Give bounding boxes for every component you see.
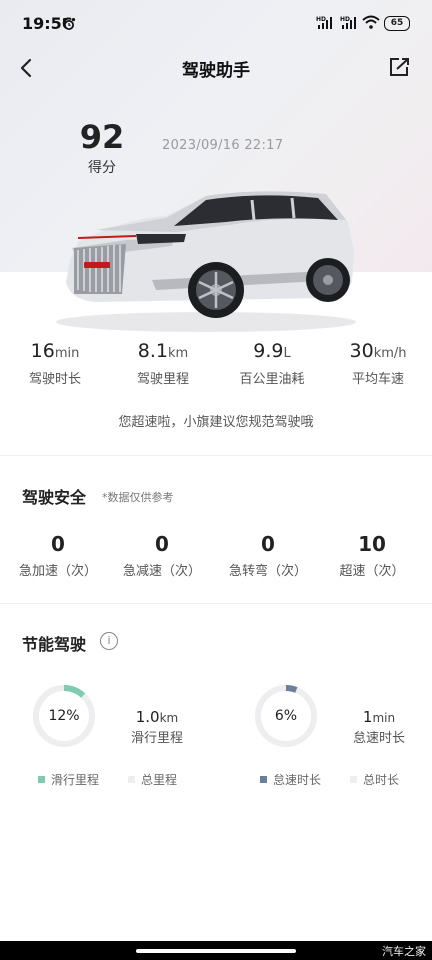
cellular-signal-icon-2: HD (340, 14, 360, 33)
battery-indicator: 65 (384, 16, 410, 31)
safety-section-title: 驾驶安全 (22, 488, 87, 507)
system-navigation-bar (0, 941, 432, 960)
coasting-value: 1.0 (135, 708, 160, 726)
legend-label: 怠速时长 (273, 773, 322, 787)
safety-section-note: *数据仅供参考 (102, 491, 174, 504)
info-icon[interactable]: i (100, 632, 118, 650)
stat-fuel-value: 9.9 (253, 340, 284, 362)
eco-section-title: 节能驾驶 (22, 635, 87, 654)
stat-fuel: 9.9L 百公里油耗 (232, 340, 312, 387)
hd-tag: HD (340, 16, 350, 23)
stat-duration-unit: min (54, 346, 80, 361)
safety-sharp-turn-count: 0 (261, 532, 275, 556)
safety-sharp-turn-label: 急转弯（次） (228, 564, 307, 579)
coasting-metric: 1.0km 滑行里程 (112, 707, 202, 746)
coasting-percent: 12% (48, 708, 80, 724)
safety-speeding-label: 超速（次） (339, 564, 405, 579)
stat-fuel-unit: L (283, 346, 291, 361)
stat-speed-unit: km/h (373, 346, 407, 361)
top-navigation: 驾驶助手 (0, 48, 432, 88)
stat-speed: 30km/h 平均车速 (340, 340, 416, 387)
divider (0, 455, 432, 456)
status-bar: 19:56 HD HD 65 (0, 0, 432, 48)
safety-hard-acceleration: 0 急加速（次） (8, 532, 108, 579)
alarm-clock-icon (62, 16, 76, 35)
legend-swatch (38, 776, 45, 783)
stat-distance-label: 驾驶里程 (136, 372, 189, 387)
watermark: 汽车之家 (382, 945, 426, 958)
legend-label: 滑行里程 (51, 773, 100, 787)
stat-distance: 8.1km 驾驶里程 (128, 340, 198, 387)
safety-speeding: 10 超速（次） (322, 532, 422, 579)
stat-duration-value: 16 (30, 340, 55, 362)
legend-coasting-distance: 滑行里程 (38, 771, 99, 788)
driving-score: 92 (79, 118, 125, 156)
safety-speeding-count: 10 (358, 532, 386, 556)
stat-distance-value: 8.1 (137, 340, 168, 362)
divider (0, 603, 432, 604)
safety-hard-acceleration-count: 0 (51, 532, 65, 556)
legend-total-time: 总时长 (350, 771, 399, 788)
safety-hard-acceleration-label: 急加速（次） (18, 564, 97, 579)
safety-sharp-turn: 0 急转弯（次） (218, 532, 318, 579)
safety-hard-braking-label: 急减速（次） (122, 564, 201, 579)
legend-idle-time: 怠速时长 (260, 771, 321, 788)
cellular-signal-icon-1: HD (316, 14, 336, 33)
safety-hard-braking-count: 0 (155, 532, 169, 556)
stat-distance-unit: km (168, 346, 189, 361)
car-image (56, 182, 360, 342)
driving-score-label: 得分 (88, 160, 116, 176)
wifi-icon (362, 14, 380, 33)
legend-label: 总时长 (363, 773, 400, 787)
car-badge (84, 262, 110, 268)
home-indicator[interactable] (136, 949, 296, 953)
legend-label: 总里程 (141, 773, 178, 787)
legend-swatch (260, 776, 267, 783)
stat-duration: 16min 驾驶时长 (20, 340, 90, 387)
idle-unit: min (372, 711, 396, 725)
coasting-unit: km (159, 711, 179, 725)
idle-label: 怠速时长 (352, 731, 405, 746)
speeding-notice: 您超速啦，小旗建议您规范驾驶哦 (118, 415, 314, 430)
stat-duration-label: 驾驶时长 (28, 372, 81, 387)
safety-hard-braking: 0 急减速（次） (112, 532, 212, 579)
legend-total-distance: 总里程 (128, 771, 177, 788)
page-title: 驾驶助手 (182, 61, 250, 81)
hd-tag: HD (316, 16, 326, 23)
idle-percent: 6% (274, 708, 298, 724)
idle-metric: 1min 怠速时长 (334, 707, 424, 746)
trip-stats: 16min 驾驶时长 8.1km 驾驶里程 9.9L 百公里油耗 30km/h … (0, 340, 432, 390)
stat-fuel-label: 百公里油耗 (239, 372, 305, 387)
stat-speed-label: 平均车速 (351, 372, 404, 387)
coasting-label: 滑行里程 (130, 731, 183, 746)
legend-swatch (350, 776, 357, 783)
share-icon[interactable] (388, 54, 412, 80)
trip-datetime: 2023/09/16 22:17 (162, 138, 284, 153)
legend-swatch (128, 776, 135, 783)
stat-speed-value: 30 (349, 340, 374, 362)
